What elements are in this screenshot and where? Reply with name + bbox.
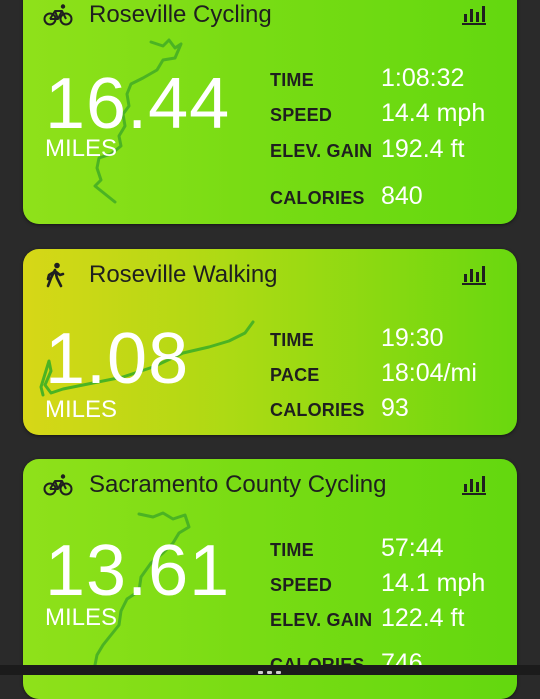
walk-icon	[43, 262, 77, 288]
distance-unit: MILES	[45, 604, 118, 631]
stat-value-pace: 18:04/mi	[381, 359, 477, 387]
stat-value-time: 57:44	[381, 534, 444, 562]
stat-label-pace: PACE	[270, 365, 320, 385]
distance-value: 1.08	[45, 319, 190, 399]
bar-chart-icon[interactable]	[461, 3, 487, 25]
activity-title: Sacramento County Cycling	[89, 471, 387, 498]
distance-unit: MILES	[45, 135, 118, 162]
stat-value-time: 19:30	[381, 324, 444, 352]
stat-label-elev-gain: ELEV. GAIN	[270, 610, 373, 630]
card-header: Sacramento County Cycling	[43, 470, 497, 500]
stat-label-time: TIME	[270, 330, 314, 350]
system-nav-bar	[0, 665, 540, 675]
stat-label-time: TIME	[270, 540, 314, 560]
activity-card-sacramento-county-cycling[interactable]: Sacramento County Cycling 13.61 MILES TI…	[23, 459, 517, 699]
stat-value-time: 1:08:32	[381, 64, 465, 92]
bar-chart-icon[interactable]	[461, 473, 487, 495]
distance-value: 13.61	[45, 531, 231, 611]
activity-card-roseville-cycling[interactable]: Roseville Cycling 16.44 MILES TIME 1:08:…	[23, 0, 517, 224]
bike-icon	[43, 2, 77, 28]
distance-value: 16.44	[45, 64, 231, 144]
activity-card-roseville-walking[interactable]: Roseville Walking 1.08 MILES TIME 19:30 …	[23, 249, 517, 435]
distance-unit: MILES	[45, 396, 118, 423]
stat-value-speed: 14.1 mph	[381, 569, 486, 597]
nav-handle-icon[interactable]	[258, 671, 282, 674]
stat-value-speed: 14.4 mph	[381, 99, 486, 127]
stat-value-elev-gain: 192.4 ft	[381, 135, 465, 163]
bike-icon	[43, 472, 77, 498]
stat-label-elev-gain: ELEV. GAIN	[270, 141, 373, 161]
stat-label-calories: CALORIES	[270, 188, 365, 208]
card-header: Roseville Cycling	[43, 0, 497, 30]
activity-title: Roseville Walking	[89, 261, 278, 288]
activity-title: Roseville Cycling	[89, 1, 272, 28]
stat-label-calories: CALORIES	[270, 400, 365, 420]
bar-chart-icon[interactable]	[461, 263, 487, 285]
stat-label-speed: SPEED	[270, 105, 333, 125]
stat-value-calories: 93	[381, 394, 409, 422]
stat-value-calories: 840	[381, 182, 423, 210]
stat-label-time: TIME	[270, 70, 314, 90]
stat-value-elev-gain: 122.4 ft	[381, 604, 465, 632]
card-header: Roseville Walking	[43, 260, 497, 290]
stat-label-speed: SPEED	[270, 575, 333, 595]
